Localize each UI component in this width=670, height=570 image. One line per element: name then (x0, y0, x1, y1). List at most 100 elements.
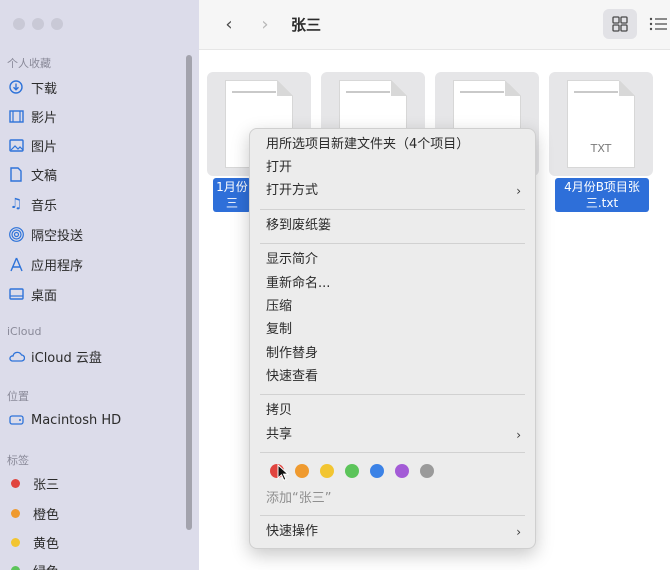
sidebar-item-label: 绿色 (33, 561, 59, 570)
apps-icon (7, 257, 25, 272)
menu-item-duplicate[interactable]: 复制 (266, 320, 523, 340)
tags-section-title: 标签 (7, 454, 29, 467)
context-menu: 用所选项目新建文件夹（4个项目） 打开 打开方式 › 移到废纸篓 显示简介 重新… (249, 128, 536, 549)
sidebar-item-macintosh-hd[interactable]: Macintosh HD (0, 406, 186, 434)
file-name-line: 4月份B项目张 (564, 180, 640, 194)
sidebar-item-label: 黄色 (33, 536, 60, 552)
tag-color-yellow[interactable] (320, 464, 334, 478)
forward-button[interactable]: › (255, 12, 275, 36)
sidebar-item-airdrop[interactable]: 隔空投送 (0, 220, 186, 248)
tag-color-green[interactable] (345, 464, 359, 478)
chevron-right-icon: › (516, 184, 521, 198)
tag-color-orange[interactable] (295, 464, 309, 478)
sidebar-item-movies[interactable]: 影片 (0, 102, 186, 130)
sidebar-item-label: 下载 (31, 81, 58, 97)
chevron-right-icon: › (516, 525, 521, 539)
menu-item-quick-look[interactable]: 快速查看 (266, 367, 523, 387)
chevron-right-icon: › (516, 428, 521, 442)
file-name-line: 三.txt (585, 196, 619, 210)
sidebar-scrollbar[interactable] (186, 55, 192, 530)
sidebar-item-label: 隔空投送 (31, 228, 84, 244)
minimize-window-button[interactable] (32, 18, 44, 30)
sidebar-tag-yellow[interactable]: 黄色 (0, 528, 186, 556)
file-name-line: 1月份 (216, 180, 248, 194)
sidebar: 个人收藏 下载 影片 图片 文稿 ♫ 音乐 隔空投送 应用程序 桌面 iClou… (0, 0, 199, 570)
menu-separator (260, 394, 525, 395)
menu-separator (260, 243, 525, 244)
zoom-window-button[interactable] (51, 18, 63, 30)
sidebar-item-label: iCloud 云盘 (31, 350, 102, 366)
tag-color-gray[interactable] (420, 464, 434, 478)
menu-separator (260, 452, 525, 453)
sidebar-item-label: Macintosh HD (31, 412, 122, 428)
tag-color-purple[interactable] (395, 464, 409, 478)
menu-separator (260, 515, 525, 516)
music-icon: ♫ (9, 196, 23, 212)
menu-item-open[interactable]: 打开 (266, 158, 523, 178)
download-icon (7, 80, 25, 94)
document-icon (7, 166, 25, 182)
disk-icon (7, 415, 25, 425)
tag-color-blue[interactable] (370, 464, 384, 478)
text-document-icon: TXT (567, 80, 635, 168)
file-name-label[interactable]: 4月份B项目张 三.txt (555, 178, 649, 212)
desktop-icon (7, 288, 25, 300)
sidebar-item-desktop[interactable]: 桌面 (0, 280, 186, 308)
close-window-button[interactable] (13, 18, 25, 30)
grid-icon (612, 16, 628, 32)
red-tag-icon (11, 478, 20, 488)
sidebar-item-label: 影片 (31, 110, 58, 126)
chevron-right-icon: › (261, 13, 269, 35)
sidebar-item-label: 文稿 (31, 168, 58, 184)
sidebar-item-label: 音乐 (31, 198, 58, 214)
menu-item-rename[interactable]: 重新命名... (266, 274, 523, 294)
toolbar: ‹ › 张三 (199, 0, 670, 50)
favorites-section-title: 个人收藏 (7, 57, 51, 70)
list-icon (649, 17, 667, 31)
menu-item-share[interactable]: 共享 › (266, 425, 523, 445)
menu-item-get-info[interactable]: 显示简介 (266, 250, 523, 270)
file-item[interactable]: TXT (549, 72, 653, 176)
file-extension: TXT (590, 142, 612, 155)
file-name-line: 三 (225, 196, 238, 210)
sidebar-tag-zhangsan[interactable]: 张三 (0, 469, 186, 497)
back-button[interactable]: ‹ (219, 12, 239, 36)
sidebar-tag-green[interactable]: 绿色 (0, 556, 186, 570)
menu-item-quick-actions[interactable]: 快速操作 › (266, 522, 523, 542)
airdrop-icon (7, 226, 25, 242)
menu-item-compress[interactable]: 压缩 (266, 297, 523, 317)
sidebar-item-icloud-drive[interactable]: iCloud 云盘 (0, 342, 186, 370)
menu-item-new-folder-with-selection[interactable]: 用所选项目新建文件夹（4个项目） (266, 135, 523, 155)
sidebar-item-applications[interactable]: 应用程序 (0, 250, 186, 278)
sidebar-item-pictures[interactable]: 图片 (0, 131, 186, 159)
sidebar-item-label: 图片 (31, 139, 58, 155)
menu-separator (260, 209, 525, 210)
sidebar-item-label: 桌面 (31, 288, 58, 304)
chevron-left-icon: ‹ (225, 13, 233, 35)
orange-tag-icon (11, 508, 20, 518)
menu-item-make-alias[interactable]: 制作替身 (266, 344, 523, 364)
green-tag-icon (11, 565, 20, 570)
icloud-section-title: iCloud (7, 325, 42, 338)
list-view-button[interactable] (648, 14, 668, 34)
icon-view-button[interactable] (603, 9, 637, 39)
menu-item-move-to-trash[interactable]: 移到废纸篓 (266, 216, 523, 236)
sidebar-item-label: 张三 (33, 477, 60, 493)
sidebar-item-music[interactable]: ♫ 音乐 (0, 190, 186, 218)
mouse-pointer-icon (277, 464, 290, 481)
window-title: 张三 (291, 16, 322, 34)
menu-item-label: 快速操作 (266, 524, 319, 539)
sidebar-item-label: 应用程序 (31, 258, 84, 274)
menu-item-add-tag[interactable]: 添加“张三” (266, 487, 331, 506)
sidebar-item-label: 橙色 (33, 507, 60, 523)
sidebar-item-downloads[interactable]: 下载 (0, 73, 186, 101)
file-name-label[interactable]: 1月份 三 (213, 178, 251, 212)
menu-item-copy[interactable]: 拷贝 (266, 401, 523, 421)
yellow-tag-icon (11, 537, 20, 547)
menu-item-label: 打开方式 (266, 183, 319, 198)
menu-item-open-with[interactable]: 打开方式 › (266, 181, 523, 201)
cloud-icon (7, 351, 25, 362)
sidebar-item-documents[interactable]: 文稿 (0, 160, 186, 188)
locations-section-title: 位置 (7, 390, 29, 403)
sidebar-tag-orange[interactable]: 橙色 (0, 499, 186, 527)
